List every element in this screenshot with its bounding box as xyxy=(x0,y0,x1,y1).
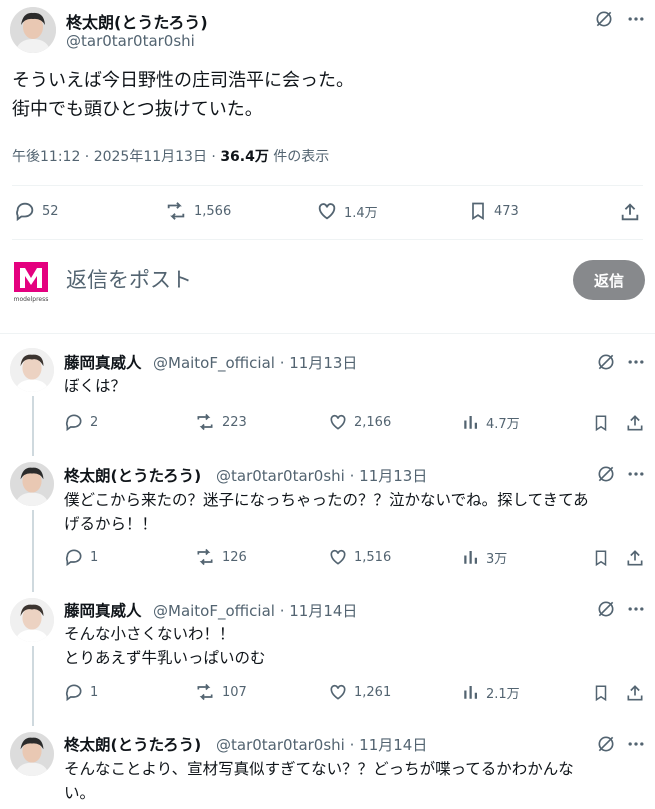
more-icon[interactable] xyxy=(624,350,648,374)
repost-button[interactable]: 223 xyxy=(194,412,247,432)
post-meta: 午後11:12 · 2025年11月13日 · 36.4万 件の表示 xyxy=(12,146,329,166)
grok-icon[interactable] xyxy=(594,597,618,621)
reply-icon xyxy=(65,549,82,567)
thread-line xyxy=(32,396,34,456)
reply-text: そんなことより、宣材写真似すぎてない？？どっちが喋ってるかわかんな い。 xyxy=(64,760,574,802)
reply-text: 僕どこから来たの？迷子になっちゃったの？？泣かないでね。探してきてあ げるから！… xyxy=(64,491,589,533)
bookmark-button[interactable]: 473 xyxy=(468,200,519,222)
divider xyxy=(12,239,643,240)
reply-input[interactable]: 返信をポスト xyxy=(66,264,192,294)
like-count: 1,261 xyxy=(354,684,392,700)
author-handle[interactable]: @MaitoF_official · 11月14日 xyxy=(153,600,357,621)
author-name[interactable]: 藤岡真威人 xyxy=(64,599,142,621)
avatar[interactable] xyxy=(10,732,54,776)
views-button[interactable]: 3万 xyxy=(462,547,507,567)
bookmark-count: 473 xyxy=(494,203,519,219)
bookmark-icon xyxy=(472,202,484,221)
repost-count: 223 xyxy=(222,414,247,430)
share-icon[interactable] xyxy=(618,200,642,224)
reply-count: 52 xyxy=(42,203,59,219)
views-button[interactable]: 2.1万 xyxy=(462,682,520,702)
repost-count: 107 xyxy=(222,684,247,700)
reply-count: 1 xyxy=(90,684,99,700)
like-count: 1.4万 xyxy=(344,205,378,221)
reply-icon xyxy=(16,202,34,222)
repost-count: 126 xyxy=(222,549,247,565)
reply-button[interactable]: 1 xyxy=(64,547,98,567)
views-button[interactable]: 4.7万 xyxy=(462,412,520,432)
avatar[interactable] xyxy=(10,7,56,53)
like-count: 2,166 xyxy=(354,414,392,430)
like-count: 1,516 xyxy=(354,549,392,565)
thread-line xyxy=(32,646,34,726)
like-icon xyxy=(330,549,346,565)
views-count: 36.4万 xyxy=(220,149,269,165)
like-button[interactable]: 1,261 xyxy=(328,682,391,702)
author-handle[interactable]: @tar0tar0tar0shi · 11月13日 xyxy=(216,465,427,486)
reply-submit-button[interactable]: 返信 xyxy=(573,260,645,300)
views-icon xyxy=(464,551,477,564)
thread-line xyxy=(32,510,34,592)
post-text: そういえば今日野性の庄司浩平に会った。 街中でも頭ひとつ抜けていた。 xyxy=(12,70,354,120)
reply-button[interactable]: 52 xyxy=(14,200,59,222)
svg-text:modelpress: modelpress xyxy=(14,296,49,303)
divider xyxy=(0,333,655,334)
like-icon xyxy=(330,684,346,700)
views-count: 2.1万 xyxy=(486,686,520,702)
grok-icon[interactable] xyxy=(594,462,618,486)
repost-icon xyxy=(167,202,185,220)
reply-button[interactable]: 1 xyxy=(64,682,98,702)
views-count: 3万 xyxy=(486,551,508,567)
repost-button[interactable]: 126 xyxy=(194,547,247,567)
share-icon[interactable] xyxy=(624,682,646,704)
more-icon[interactable] xyxy=(624,7,648,31)
views-icon xyxy=(464,416,477,429)
author-name[interactable]: 藤岡真威人 xyxy=(64,351,142,373)
author-handle[interactable]: @tar0tar0tar0shi · 11月14日 xyxy=(216,734,427,755)
views-label: 件の表示 xyxy=(268,149,330,165)
repost-button[interactable]: 107 xyxy=(194,682,247,702)
avatar[interactable] xyxy=(10,348,54,392)
share-icon[interactable] xyxy=(624,412,646,434)
avatar[interactable] xyxy=(10,598,54,642)
author-handle[interactable]: @MaitoF_official · 11月13日 xyxy=(153,352,357,373)
reply-button[interactable]: 2 xyxy=(64,412,98,432)
more-icon[interactable] xyxy=(624,597,648,621)
repost-button[interactable]: 1,566 xyxy=(164,200,231,222)
views-icon xyxy=(464,686,477,699)
like-button[interactable]: 2,166 xyxy=(328,412,391,432)
post-time[interactable]: 午後11:12 · 2025年11月13日 · xyxy=(12,149,220,165)
author-name[interactable]: 柊太朗(とうたろう) xyxy=(64,733,201,755)
reply-icon xyxy=(65,414,82,432)
reply-text: ぼくは？ xyxy=(64,377,127,395)
more-icon[interactable] xyxy=(624,462,648,486)
author-name[interactable]: 柊太朗(とうたろう) xyxy=(66,9,208,33)
divider xyxy=(12,185,643,186)
more-icon[interactable] xyxy=(624,732,648,756)
like-icon xyxy=(318,203,336,220)
reply-text: そんな小さくないわ！！ とりあえず牛乳いっぱいのむ xyxy=(64,625,266,667)
repost-icon xyxy=(197,548,213,566)
bookmark-icon[interactable] xyxy=(590,547,612,569)
modelpress-logo: modelpress xyxy=(12,260,50,304)
repost-icon xyxy=(197,683,213,701)
reply-count: 1 xyxy=(90,549,99,565)
like-icon xyxy=(330,414,346,430)
repost-count: 1,566 xyxy=(194,203,232,219)
repost-icon xyxy=(197,413,213,431)
avatar[interactable] xyxy=(10,462,54,506)
like-button[interactable]: 1,516 xyxy=(328,547,391,567)
grok-icon[interactable] xyxy=(592,7,616,31)
reply-count: 2 xyxy=(90,414,99,430)
bookmark-icon[interactable] xyxy=(590,682,612,704)
views-count: 4.7万 xyxy=(486,416,520,432)
author-handle[interactable]: @tar0tar0tar0shi xyxy=(66,32,195,50)
author-name[interactable]: 柊太朗(とうたろう) xyxy=(64,464,201,486)
share-icon[interactable] xyxy=(624,547,646,569)
grok-icon[interactable] xyxy=(594,732,618,756)
like-button[interactable]: 1.4万 xyxy=(316,200,378,222)
reply-icon xyxy=(65,684,82,702)
bookmark-icon[interactable] xyxy=(590,412,612,434)
grok-icon[interactable] xyxy=(594,350,618,374)
